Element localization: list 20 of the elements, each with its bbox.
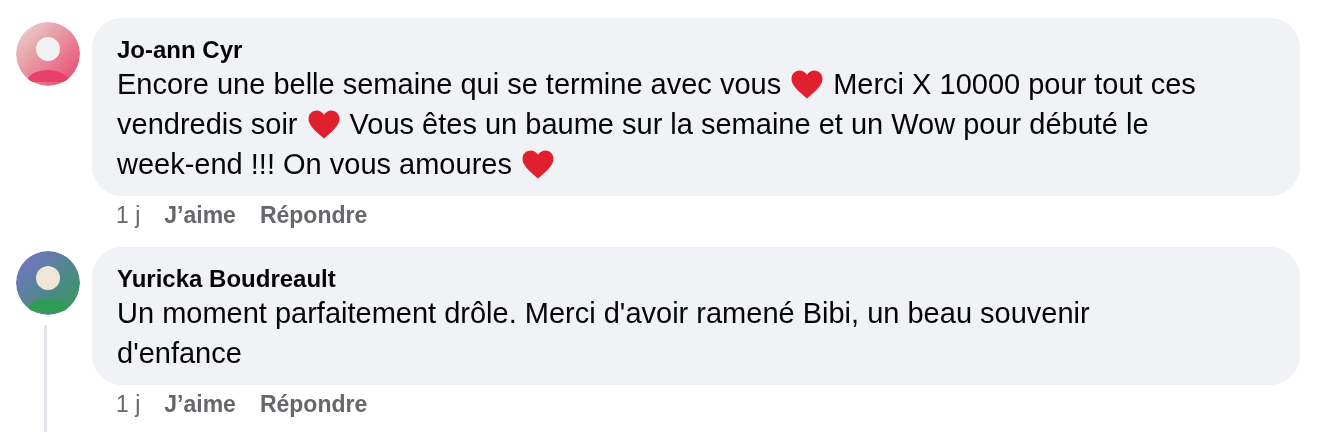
comment-text: Vous êtes un baume sur la semaine et un Wow pour débuté le (349, 107, 1149, 142)
comment-text: Encore une belle semaine qui se termine avec vous (117, 67, 782, 102)
timestamp[interactable]: 1 j (116, 386, 141, 421)
avatar[interactable] (16, 22, 80, 86)
heart-icon (520, 148, 555, 180)
comment-text: week-end !!! On vous amoures (117, 147, 512, 182)
comment-text: d'enfance (117, 335, 242, 371)
timestamp[interactable]: 1 j (116, 198, 141, 233)
heart-icon (306, 108, 341, 140)
comment-text: vendredis soir (117, 107, 298, 142)
reply-link[interactable]: Répondre (259, 198, 368, 233)
avatar[interactable] (16, 250, 80, 315)
like-link[interactable]: J’aime (164, 386, 236, 421)
heart-icon (790, 68, 825, 100)
author-name[interactable]: Yuricka Boudreault (117, 264, 1276, 293)
author-name[interactable]: Jo-ann Cyr (117, 36, 1276, 64)
comment-text: Un moment parfaitement drôle. Merci d'avoir ramené Bibi, un beau souvenir (117, 295, 1090, 331)
like-link[interactable]: J’aime (164, 198, 236, 233)
reply-link[interactable]: Répondre (259, 386, 368, 421)
comment-text: Merci X 10000 pour tout ces (833, 67, 1196, 102)
